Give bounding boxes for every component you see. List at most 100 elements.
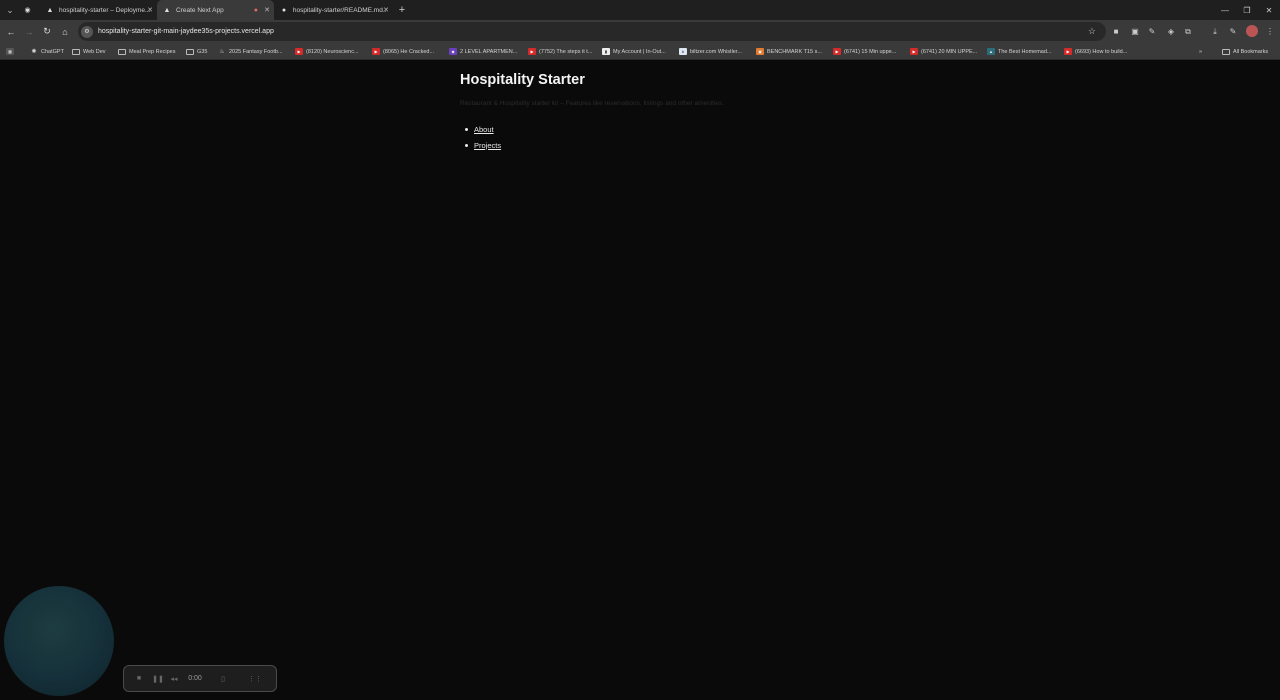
bookmark-item[interactable]: ▶ (6741) 15 Min uppe...	[833, 43, 896, 60]
main-content: Hospitality Starter Restaurant & Hospita…	[460, 72, 820, 153]
bullet-icon	[465, 127, 468, 131]
bookmark-label: Web Dev	[83, 48, 106, 55]
bookmark-item[interactable]: b biltzer.com Whistler...	[679, 43, 742, 60]
site-icon: ▲	[987, 48, 995, 55]
tab-label: Create Next App	[176, 6, 224, 14]
close-icon[interactable]: ✕	[147, 6, 153, 14]
back-icon[interactable]: ←	[2, 20, 20, 43]
bookmark-item[interactable]: ▶ (7752) The steps it t...	[528, 43, 592, 60]
bookmark-item[interactable]: ▮ My Account | In-Out...	[602, 43, 666, 60]
list-item: About	[460, 121, 820, 137]
download-icon[interactable]: ⤓	[1207, 20, 1223, 43]
bookmarks-bar: ▦ ✺ ChatGPT Web Dev Meal Prep Recipes G35…	[0, 43, 1280, 60]
sleeper-icon: ♨	[219, 49, 225, 55]
webcam-bubble[interactable]	[4, 586, 114, 696]
page-viewport: Hospitality Starter Restaurant & Hospita…	[0, 60, 1280, 700]
youtube-icon: ▶	[1064, 48, 1072, 55]
list-item: Projects	[460, 137, 820, 153]
site-info-icon[interactable]: ⚙	[81, 25, 93, 38]
all-bookmarks[interactable]: All Bookmarks	[1222, 43, 1268, 60]
bookmark-folder[interactable]: G35	[186, 43, 207, 60]
page-subtitle: Restaurant & Hospitality starter kit – F…	[460, 100, 725, 107]
tab-search-icon[interactable]: ⌄	[0, 0, 20, 20]
apps-icon[interactable]: ▦	[6, 43, 17, 60]
extension-icon[interactable]: ◈	[1163, 20, 1179, 43]
bookmark-label: (8065) He Cracked...	[383, 48, 435, 55]
tab-deployments[interactable]: ▲ hospitality-starter – Deployme... ✕	[40, 0, 157, 20]
bookmark-item[interactable]: ▶ (6693) How to build...	[1064, 43, 1127, 60]
close-window-icon[interactable]: ✕	[1258, 0, 1280, 20]
bookmark-item[interactable]: ▶ (8065) He Cracked...	[372, 43, 434, 60]
restore-icon[interactable]: ❐	[1236, 0, 1258, 20]
vercel-icon: ▲	[46, 6, 54, 14]
reload-icon[interactable]: ↻	[38, 20, 56, 43]
tab-pinned-record[interactable]: ◉	[20, 0, 40, 20]
folder-icon	[118, 48, 126, 55]
about-link[interactable]: About	[474, 125, 494, 134]
puzzle-icon[interactable]: ⧉	[1180, 20, 1196, 43]
tab-readme[interactable]: ● hospitality-starter/README.md... ✕	[274, 0, 393, 20]
tab-label: hospitality-starter – Deployme...	[59, 6, 151, 14]
youtube-icon: ▶	[528, 48, 536, 55]
minimize-icon[interactable]: —	[1214, 0, 1236, 20]
pause-icon[interactable]: ❚❚	[150, 665, 166, 692]
bookmark-label: All Bookmarks	[1233, 48, 1269, 55]
new-tab-icon[interactable]: +	[395, 3, 409, 17]
record-icon: ◉	[24, 7, 31, 14]
extension-icon[interactable]: ▣	[1127, 20, 1143, 43]
bookmark-label: 2 LEVEL APARTMEN...	[460, 48, 518, 55]
folder-icon	[72, 48, 80, 55]
pen-icon[interactable]: ✎	[1144, 20, 1160, 43]
bookmark-item[interactable]: ✺ ChatGPT	[30, 43, 64, 60]
trash-icon[interactable]: ▯	[208, 665, 238, 692]
github-icon: ●	[281, 6, 287, 14]
tab-create-next-app[interactable]: ▲ Create Next App ● ✕	[157, 0, 274, 20]
bookmark-label: My Account | In-Out...	[613, 48, 666, 55]
address-text[interactable]: hospitality-starter-git-main-jaydee35s-p…	[98, 28, 274, 35]
bookmark-item[interactable]: ▲ The Best Homemad...	[987, 43, 1052, 60]
bookmark-folder[interactable]: Meal Prep Recipes	[118, 43, 175, 60]
home-icon[interactable]: ⌂	[56, 20, 74, 43]
page-title: Hospitality Starter	[460, 72, 585, 88]
forward-icon[interactable]: →	[20, 20, 38, 43]
close-icon[interactable]: ✕	[383, 6, 389, 14]
folder-icon	[186, 48, 194, 55]
apps-grid-icon: ▦	[6, 48, 14, 55]
site-icon: b	[679, 48, 687, 55]
more-bookmarks-icon[interactable]: »	[1199, 43, 1202, 60]
bookmark-label: ChatGPT	[41, 48, 64, 55]
nav-list: About Projects	[460, 121, 820, 153]
bookmark-item[interactable]: ♨ 2025 Fantasy Footb...	[218, 43, 282, 60]
youtube-icon: ▶	[295, 48, 303, 55]
avatar[interactable]	[1246, 25, 1258, 37]
bookmark-label: (6741) 20 MIN UPPE...	[921, 48, 978, 55]
close-icon[interactable]: ✕	[264, 6, 270, 14]
bookmark-star-icon[interactable]: ☆	[1088, 26, 1096, 37]
stop-icon[interactable]: ■	[128, 665, 150, 692]
bookmark-label: biltzer.com Whistler...	[690, 48, 742, 55]
window-controls: — ❐ ✕	[1214, 0, 1280, 20]
projects-link[interactable]: Projects	[474, 141, 501, 150]
extension-icon[interactable]: ■	[1108, 20, 1124, 43]
edit-icon[interactable]: ✎	[1225, 20, 1241, 43]
bookmark-label: The Best Homemad...	[998, 48, 1052, 55]
chatgpt-icon: ✺	[31, 49, 37, 55]
bullet-icon	[465, 143, 468, 147]
bookmark-folder[interactable]: Web Dev	[72, 43, 106, 60]
audio-record-icon: ●	[253, 6, 258, 14]
bookmark-label: (8120) Neuroscienc...	[306, 48, 359, 55]
site-icon: ▣	[756, 48, 764, 55]
rewind-icon[interactable]: ◂◂	[166, 665, 182, 692]
bookmark-label: G35	[197, 48, 208, 55]
bookmark-item[interactable]: ▣ BENCHMARK T15 s...	[756, 43, 822, 60]
bookmark-item[interactable]: ▶ (8120) Neuroscienc...	[295, 43, 359, 60]
bookmark-item[interactable]: ▶ (6741) 20 MIN UPPE...	[910, 43, 977, 60]
vercel-icon: ▲	[163, 6, 171, 14]
menu-icon[interactable]: ⋮	[1262, 20, 1278, 43]
bookmark-item[interactable]: ◆ 2 LEVEL APARTMEN...	[449, 43, 517, 60]
drag-handle-icon[interactable]: ⋮⋮	[238, 665, 272, 692]
bookmark-label: BENCHMARK T15 s...	[767, 48, 822, 55]
address-bar[interactable]: ⚙ hospitality-starter-git-main-jaydee35s…	[78, 22, 1106, 41]
youtube-icon: ▶	[372, 48, 380, 55]
tab-label: hospitality-starter/README.md...	[292, 6, 387, 14]
